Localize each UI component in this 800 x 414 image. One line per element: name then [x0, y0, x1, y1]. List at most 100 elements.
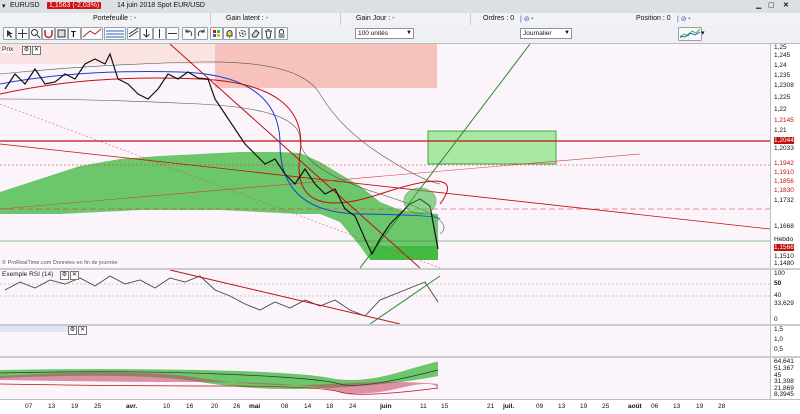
macd-tick: 0,5 — [774, 346, 784, 353]
oscillator-axis[interactable]: 64,641 51,367 45 31,398 21,869 8,3945 — [770, 358, 800, 399]
rsi-tick: 100 — [774, 270, 785, 277]
price-tick: 1,1732 — [774, 197, 794, 204]
price-tick: 1,25 — [774, 44, 787, 51]
macd-axis[interactable]: 1,5 1,0 0,5 — [770, 326, 800, 356]
date-label: 10 — [163, 403, 171, 410]
price-chart-pane[interactable]: Prix ⚙ ✕ © ProRealTime.com Données en fi… — [0, 44, 770, 268]
portefeuille-text: Portefeuille : - — [93, 15, 137, 22]
date-label: 07 — [25, 403, 33, 410]
color-picker-icon[interactable] — [210, 27, 223, 40]
price-tick: 1,1942 — [774, 160, 794, 167]
rsi-chart — [0, 270, 770, 324]
channel-tool-icon[interactable] — [127, 27, 140, 40]
hebdo-label: Hebdo — [774, 236, 794, 243]
crosshair-tool-icon[interactable] — [16, 27, 29, 40]
osc-tick: 64,641 — [774, 358, 794, 365]
date-label: 19 — [696, 403, 704, 410]
delete-all-icon[interactable] — [262, 27, 275, 40]
trendline-tool-icon[interactable] — [81, 27, 103, 40]
close-icon[interactable]: ✕ — [783, 1, 789, 9]
quantity-value: 100 unités — [358, 30, 388, 37]
chart-type-icon[interactable] — [678, 27, 702, 41]
price-tick: 1,21 — [774, 127, 787, 134]
svg-text:T: T — [71, 30, 76, 39]
maximize-icon[interactable]: ▢ — [768, 1, 775, 9]
cursor-tool-icon[interactable] — [3, 27, 16, 40]
price-tick: 1,2308 — [774, 82, 794, 89]
object-tool-icon[interactable] — [55, 27, 68, 40]
gain-latent-text: Gain latent : - — [226, 15, 269, 22]
oscillator-chart — [0, 361, 439, 395]
price-tick: 1,225 — [774, 94, 791, 101]
lock-icon[interactable] — [275, 27, 288, 40]
horizontal-line-tool-icon[interactable] — [166, 27, 179, 40]
price-tick: 1,1830 — [774, 187, 794, 194]
instrument-info: 14 juin 2018 Spot EUR/USD — [117, 2, 205, 9]
chart-type-dropdown-icon[interactable]: ▾ — [701, 29, 705, 37]
price-axis[interactable]: 1,25 1,245 1,24 1,235 1,2308 1,225 1,22 … — [770, 44, 800, 268]
minimize-icon[interactable]: ▁ — [756, 1, 761, 9]
alert-bell-icon[interactable] — [223, 27, 236, 40]
price-tick: 1,1856 — [774, 178, 794, 185]
date-label: 06 — [651, 403, 659, 410]
date-label: avr. — [126, 403, 138, 410]
oscillator-pane[interactable] — [0, 358, 770, 399]
zoom-tool-icon[interactable] — [29, 27, 42, 40]
macd-pane[interactable]: ⚙ ✕ — [0, 326, 770, 356]
date-label: 21 — [487, 403, 495, 410]
chevron-down-icon: ▼ — [406, 30, 412, 36]
position-toggle-icon[interactable]: | ⊘◔ — [677, 15, 691, 23]
date-label: août — [628, 403, 642, 410]
rsi-pane-close-icon[interactable]: ✕ — [70, 271, 79, 280]
period-value: Journalier — [523, 30, 552, 37]
date-label: 08 — [281, 403, 289, 410]
settings-icon[interactable] — [236, 27, 249, 40]
quantity-select[interactable]: 100 unités ▼ — [355, 28, 414, 39]
price-pane-settings-icon[interactable]: ⚙ — [22, 46, 31, 55]
eraser-icon[interactable] — [249, 27, 262, 40]
data-source-note: © ProRealTime.com Données en fin de jour… — [2, 260, 118, 266]
rsi-pane-label: Exemple RSI (14) — [2, 271, 54, 278]
macd-pane-settings-icon[interactable]: ⚙ — [68, 326, 77, 335]
rsi-tick: 0 — [774, 316, 778, 323]
redo-icon[interactable] — [195, 27, 208, 40]
price-tick: 1,1668 — [774, 223, 794, 230]
date-label: 19 — [580, 403, 588, 410]
price-chart — [0, 44, 770, 268]
menu-icon[interactable]: ▾ — [2, 2, 6, 10]
arrow-down-tool-icon[interactable] — [140, 27, 153, 40]
rsi-pane[interactable]: Exemple RSI (14) ⚙ ✕ — [0, 270, 770, 324]
price-tick: 1,2145 — [774, 117, 794, 124]
rsi-pane-settings-icon[interactable]: ⚙ — [60, 271, 69, 280]
ordres-toggle-icon[interactable]: | ⊘◔ — [520, 15, 534, 23]
date-label: 11 — [420, 403, 427, 410]
date-label: 25 — [602, 403, 610, 410]
macd-pane-close-icon[interactable]: ✕ — [78, 326, 87, 335]
macd-tick: 1,5 — [774, 326, 784, 333]
magnet-tool-icon[interactable] — [42, 27, 55, 40]
position-text: Position : 0 — [636, 15, 671, 22]
time-axis[interactable]: 07 13 19 25 avr. 10 16 20 26 mai 08 14 1… — [0, 399, 800, 414]
osc-tick: 51,367 — [774, 365, 794, 372]
price-tick: 1,1566 — [774, 244, 794, 251]
price-tick: 1,24 — [774, 62, 787, 69]
date-label: 18 — [326, 403, 334, 410]
price-pane-close-icon[interactable]: ✕ — [32, 46, 41, 55]
date-label: 26 — [233, 403, 241, 410]
rsi-axis[interactable]: 100 50 40 33,629 0 — [770, 270, 800, 324]
date-label: 25 — [94, 403, 102, 410]
gain-jour-text: Gain Jour : - — [356, 15, 395, 22]
instrument-name[interactable]: EURUSD — [10, 2, 40, 9]
text-tool-icon[interactable]: T — [68, 27, 81, 40]
fibonacci-tool-icon[interactable] — [104, 27, 126, 40]
chart-toolbar: T 100 unités ▼ Journalier ▼ ▾ — [0, 25, 800, 44]
price-tick: 1,2044 — [774, 137, 794, 144]
period-select[interactable]: Journalier ▼ — [520, 28, 572, 39]
vertical-line-tool-icon[interactable] — [153, 27, 166, 40]
date-label: 14 — [304, 403, 312, 410]
undo-icon[interactable] — [182, 27, 195, 40]
macd-chart — [0, 326, 70, 332]
price-pane-label: Prix — [2, 46, 14, 53]
date-label: juil. — [503, 403, 515, 410]
date-label: juin — [380, 403, 392, 410]
